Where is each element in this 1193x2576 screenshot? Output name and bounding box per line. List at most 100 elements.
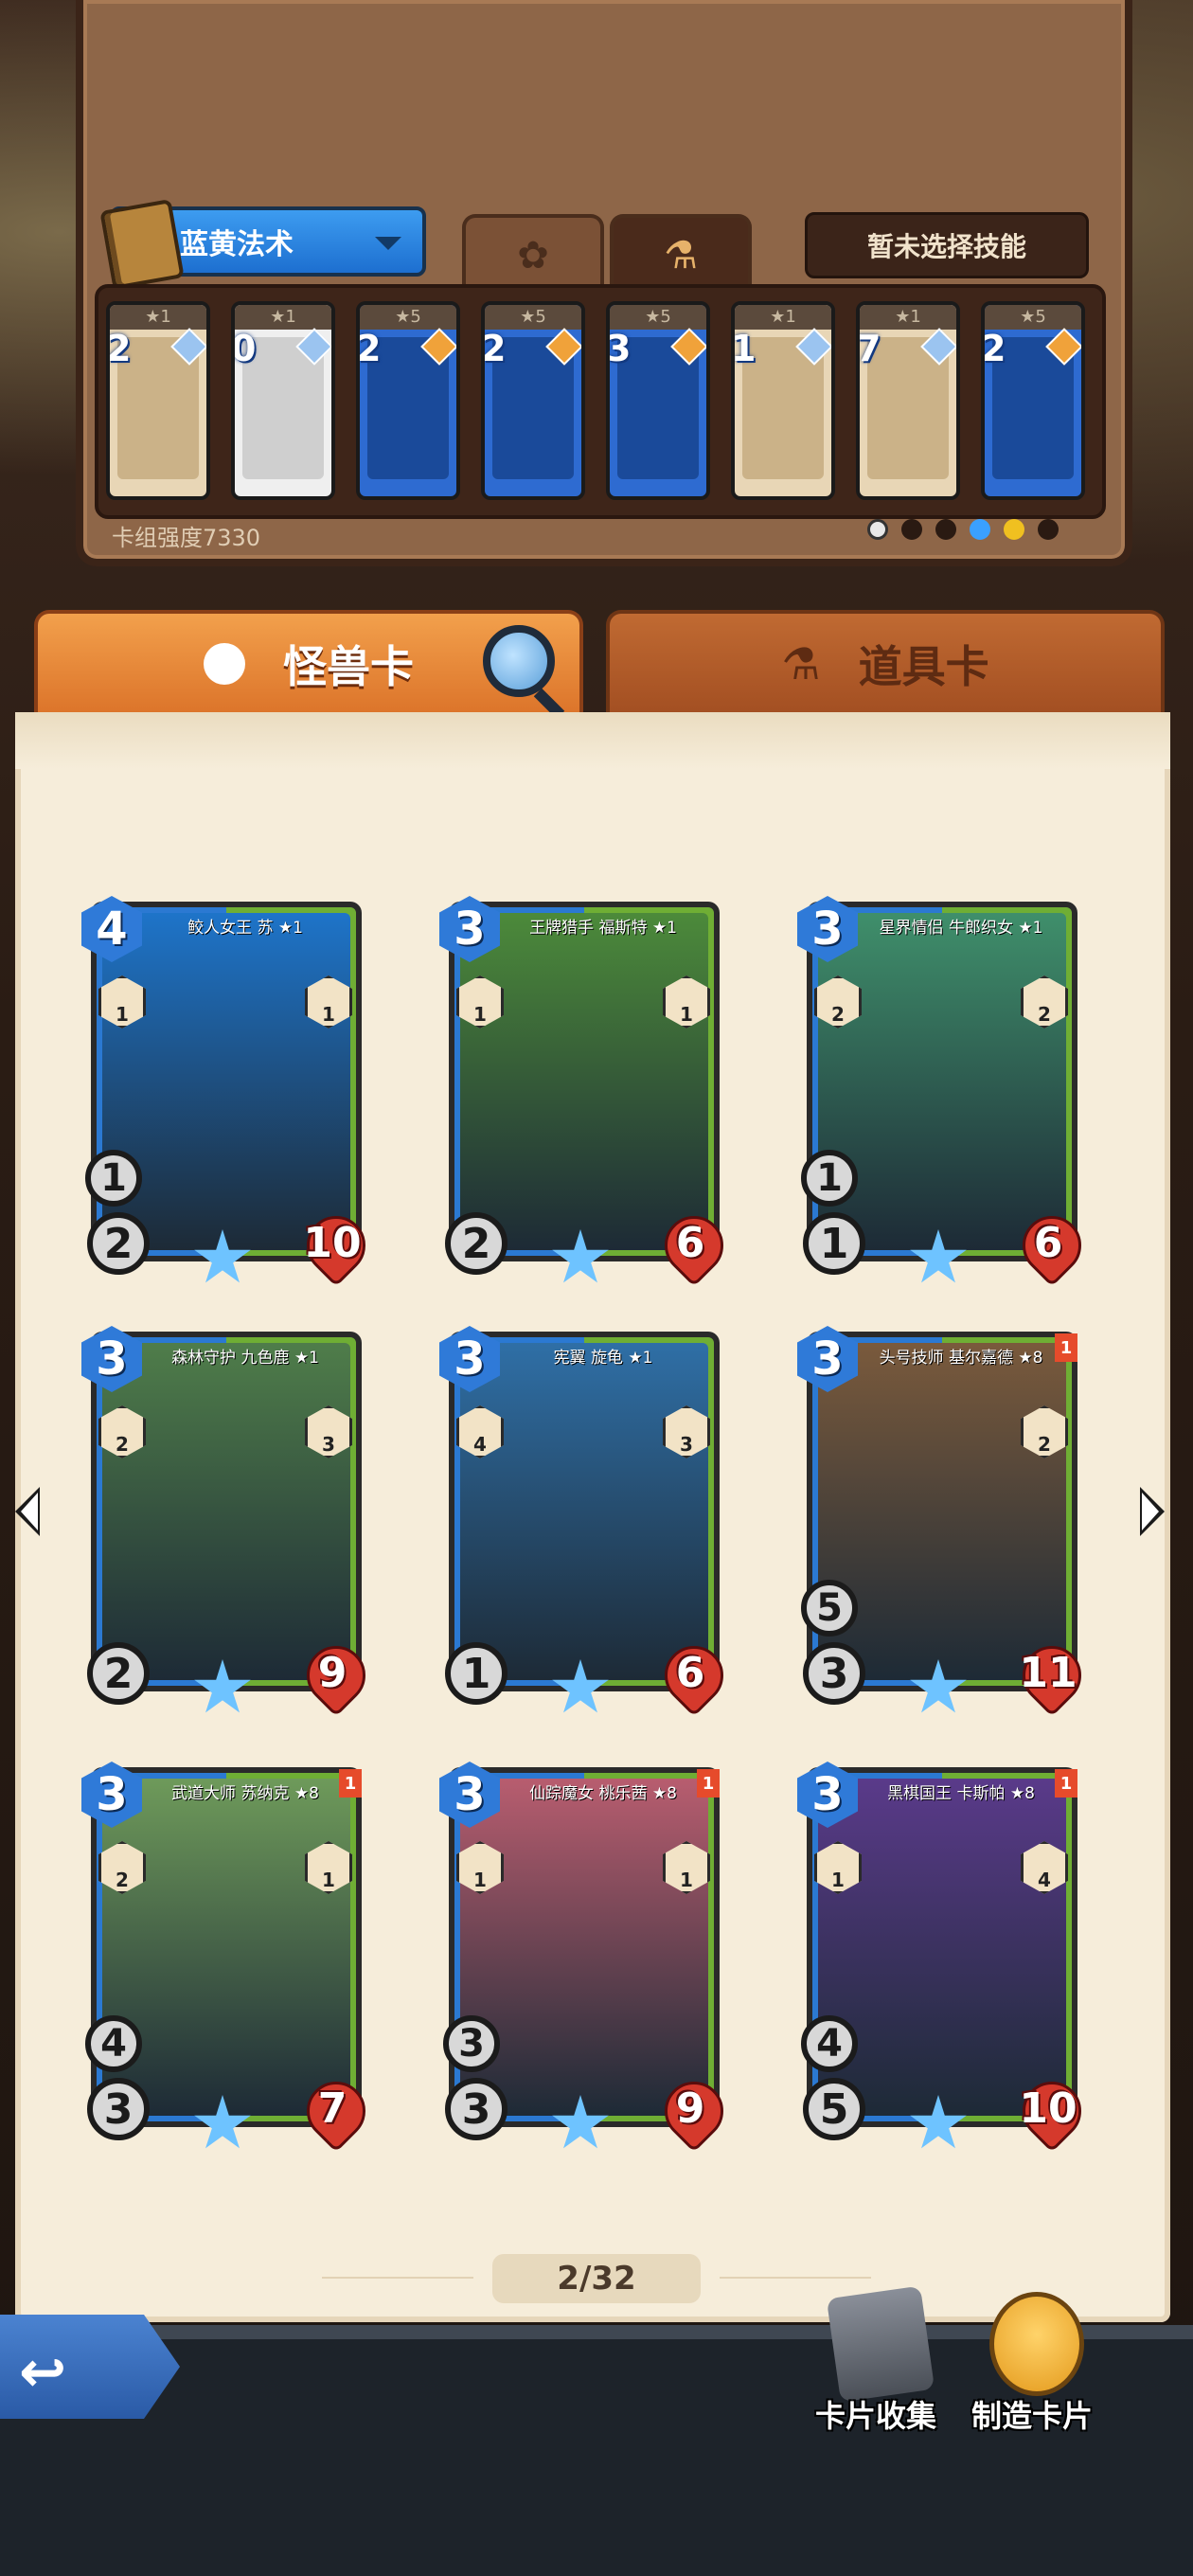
deck-card-stars: ★5 (360, 305, 456, 330)
secondary-stat: 4 (85, 2015, 142, 2072)
deck-card[interactable]: ★5 2 (481, 301, 585, 500)
monster-card[interactable]: 王牌猎手 福斯特 ★1 3 1 1 2 6 (439, 896, 723, 1284)
card-health: 6 (1015, 1212, 1081, 1273)
monster-card[interactable]: 森林守护 九色鹿 ★1 3 2 3 2 9 (81, 1326, 365, 1714)
card-frame (449, 902, 720, 1261)
card-art (102, 1343, 350, 1680)
deck-card[interactable]: ★5 2 (356, 301, 460, 500)
card-art (818, 1779, 1066, 2116)
spellbook-icon (99, 199, 185, 290)
paw-icon: ✿ (517, 234, 549, 277)
tab-item-label: 道具卡 (858, 641, 989, 692)
next-page-arrow-icon[interactable] (1140, 1487, 1165, 1536)
secondary-stat: 1 (85, 1150, 142, 1207)
deck-card-cost: 2 (106, 328, 132, 369)
secondary-stat: 5 (801, 1580, 858, 1637)
deck-card-stars: ★5 (485, 305, 581, 330)
deck-card-cost: 2 (481, 328, 507, 369)
deck-element-indicators (867, 519, 1059, 540)
card-attack: 1 (445, 1642, 507, 1705)
deck-card[interactable]: ★1 0 (231, 301, 335, 500)
deck-strength: 卡组强度7330 (112, 525, 261, 551)
deck-card-stars: ★1 (235, 305, 331, 330)
deck-name: 蓝黄法术 (180, 228, 294, 261)
secondary-stat: 4 (801, 2015, 858, 2072)
deck-card-cost: 2 (356, 328, 382, 369)
monster-card[interactable]: 宪翼 旋龟 ★1 3 4 3 1 6 (439, 1326, 723, 1714)
water-icon (970, 519, 990, 540)
deck-tab-item[interactable]: ⚗ (610, 214, 752, 294)
potion-icon: ⚗ (664, 234, 698, 277)
card-name: 仙踪魔女 桃乐茜 ★8 (529, 1783, 677, 1803)
card-health: 9 (299, 1642, 365, 1703)
card-frame (449, 1332, 720, 1691)
prev-page-arrow-icon[interactable] (15, 1487, 40, 1536)
deck-card-cost: 7 (856, 328, 881, 369)
deck-tab-monster[interactable]: ✿ (462, 214, 604, 294)
card-art (102, 913, 350, 1250)
monster-card[interactable]: 头号技师 基尔嘉德 ★8 3 2 5 3 11 1 (797, 1326, 1081, 1714)
deck-card[interactable]: ★5 2 (981, 301, 1085, 500)
monster-card[interactable]: 黑棋国王 卡斯帕 ★8 3 1 4 4 5 10 1 (797, 1762, 1081, 2150)
card-collection-button[interactable]: 卡片收集 (805, 2285, 947, 2434)
select-skill-button[interactable]: 暂未选择技能 (805, 212, 1089, 278)
card-attack: 3 (803, 1642, 865, 1705)
card-name: 头号技师 基尔嘉德 ★8 (879, 1348, 1043, 1368)
card-frame (91, 1332, 362, 1691)
card-art (818, 913, 1066, 1250)
back-arrow-icon: ↩ (19, 2339, 67, 2406)
divider (322, 2277, 473, 2279)
card-name: 鲛人女王 苏 ★1 (187, 918, 303, 938)
card-frame (449, 1767, 720, 2127)
deck-selector-dropdown[interactable]: 蓝黄法术 (99, 199, 426, 290)
card-art (818, 1343, 1066, 1680)
card-attack: 2 (87, 1212, 150, 1275)
card-frame (807, 902, 1077, 1261)
deck-card-cost: 1 (731, 328, 757, 369)
deck-card[interactable]: ★1 2 (106, 301, 210, 500)
craft-paw-icon (989, 2292, 1084, 2396)
monster-card[interactable]: 仙踪魔女 桃乐茜 ★8 3 1 1 3 3 9 1 (439, 1762, 723, 2150)
card-health: 6 (657, 1212, 723, 1273)
flag-icon: 1 (339, 1769, 362, 1798)
flag-icon: 1 (1055, 1769, 1077, 1798)
page-indicator: 2/32 (492, 2254, 701, 2303)
card-attack: 5 (803, 2078, 865, 2140)
card-frame (807, 1332, 1077, 1691)
monster-card[interactable]: 鲛人女王 苏 ★1 4 1 1 1 2 10 (81, 896, 365, 1284)
tab-monster-label: 怪兽卡 (283, 641, 414, 692)
monster-card[interactable]: 星界情侣 牛郎织女 ★1 3 2 2 1 1 6 (797, 896, 1081, 1284)
card-name: 王牌猎手 福斯特 ★1 (529, 918, 677, 938)
card-attack: 2 (445, 1212, 507, 1275)
secondary-stat: 3 (443, 2015, 500, 2072)
card-frame (91, 902, 362, 1261)
deck-card-stars: ★5 (985, 305, 1081, 330)
craft-card-button[interactable]: 制造卡片 (961, 2292, 1103, 2434)
card-health: 10 (1015, 2078, 1081, 2138)
deck-card[interactable]: ★5 3 (606, 301, 710, 500)
card-art (460, 913, 708, 1250)
card-name: 黑棋国王 卡斯帕 ★8 (887, 1783, 1035, 1803)
deck-card-stars: ★5 (610, 305, 706, 330)
flag-icon: 1 (697, 1769, 720, 1798)
monster-card[interactable]: 武道大师 苏纳克 ★8 3 2 1 4 3 7 1 (81, 1762, 365, 2150)
card-attack: 3 (445, 2078, 507, 2140)
deck-card-stars: ★1 (735, 305, 831, 330)
card-attack: 3 (87, 2078, 150, 2140)
secondary-stat: 1 (801, 1150, 858, 1207)
card-name: 星界情侣 牛郎织女 ★1 (879, 918, 1043, 938)
deck-card-cost: 2 (981, 328, 1006, 369)
card-health: 11 (1015, 1642, 1081, 1703)
card-art (460, 1343, 708, 1680)
lightning-icon (1004, 519, 1024, 540)
card-frame (91, 1767, 362, 2127)
tab-item-cards[interactable]: ⚗ 道具卡 (606, 610, 1165, 714)
card-health: 9 (657, 2078, 723, 2138)
deck-card[interactable]: ★1 7 (856, 301, 960, 500)
indicator-icon (935, 519, 956, 540)
card-art (460, 1779, 708, 2116)
search-icon[interactable] (483, 625, 555, 697)
card-album-icon (826, 2285, 935, 2403)
indicator-icon (901, 519, 922, 540)
deck-card[interactable]: ★1 1 (731, 301, 835, 500)
